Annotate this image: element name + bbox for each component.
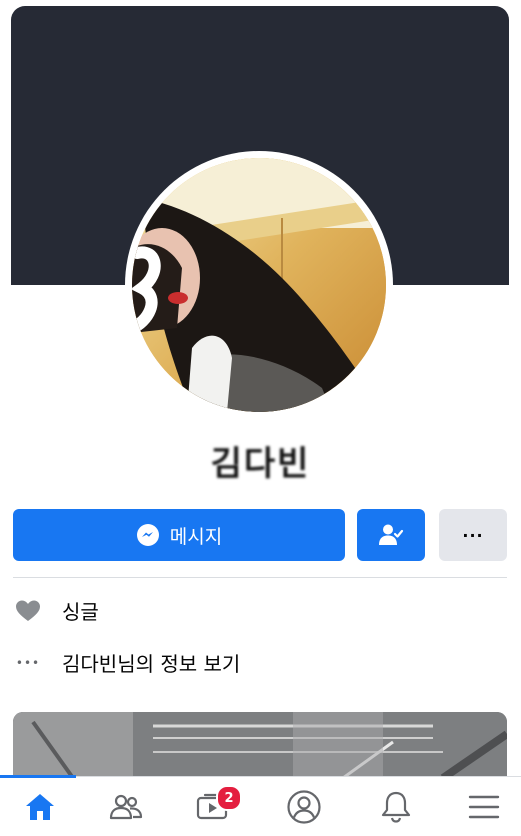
watch-notification-badge: 2	[216, 785, 242, 811]
photo-preview[interactable]	[13, 712, 507, 778]
relationship-status-row: 싱글	[14, 596, 99, 625]
relationship-status-text: 싱글	[62, 600, 99, 624]
profile-picture[interactable]	[132, 158, 386, 412]
tab-friends[interactable]	[86, 777, 166, 836]
tab-home[interactable]	[0, 777, 80, 836]
profile-icon	[287, 789, 321, 824]
tab-profile[interactable]	[264, 777, 344, 836]
message-button-label: 메시지	[169, 525, 223, 548]
divider	[13, 577, 507, 578]
home-icon	[26, 793, 54, 820]
heart-icon	[14, 597, 42, 625]
tab-watch[interactable]: 2	[172, 777, 252, 836]
profile-picture-frame	[125, 151, 393, 419]
menu-icon	[468, 795, 500, 818]
about-info-link[interactable]: ••• 김다빈님의 정보 보기	[14, 648, 240, 677]
profile-photo-image	[132, 158, 386, 412]
message-button[interactable]: 메시지	[13, 509, 345, 561]
more-dots-icon: •••	[15, 655, 41, 670]
photo-preview-image	[13, 712, 507, 778]
friends-icon	[109, 794, 143, 819]
more-options-button[interactable]: ···	[439, 509, 507, 561]
tab-notifications[interactable]	[356, 777, 436, 836]
about-info-link-text: 김다빈님의 정보 보기	[62, 652, 241, 676]
bell-icon	[381, 791, 411, 823]
messenger-icon	[136, 524, 159, 546]
bottom-tab-bar: 2	[0, 775, 521, 836]
profile-name: 김다빈	[210, 444, 311, 484]
tab-menu[interactable]	[444, 777, 521, 836]
friends-status-button[interactable]	[357, 509, 425, 561]
friend-check-icon	[379, 524, 404, 545]
